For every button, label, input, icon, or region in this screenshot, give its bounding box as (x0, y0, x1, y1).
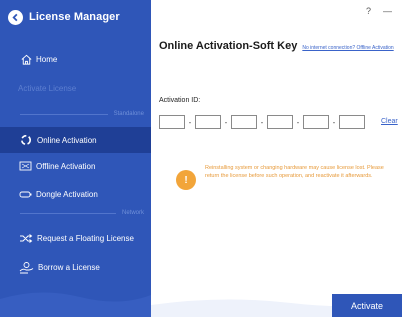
sidebar-item-label: Borrow a License (38, 262, 100, 272)
sidebar-item-borrow-license[interactable]: Borrow a License (0, 255, 151, 279)
activation-id-field-5[interactable] (303, 115, 329, 129)
activation-id-field-2[interactable] (195, 115, 221, 129)
sidebar-item-dongle-activation[interactable]: Dongle Activation (0, 182, 151, 206)
app-title: License Manager (29, 11, 120, 23)
sidebar-wave-decoration (0, 292, 151, 317)
activation-id-field-6[interactable] (339, 115, 365, 129)
sidebar: License Manager Home Activate License St… (0, 0, 151, 317)
page-title: Online Activation-Soft Key (159, 40, 298, 52)
home-icon (21, 54, 32, 65)
sidebar-item-label: Online Activation (37, 135, 97, 145)
borrow-icon (19, 261, 34, 273)
activation-id-field-1[interactable] (159, 115, 185, 129)
sidebar-item-label: Dongle Activation (36, 189, 98, 199)
window-controls: ? — (366, 6, 392, 16)
warning-icon: ! (176, 170, 196, 190)
cloud-icon (21, 135, 31, 145)
activation-id-fields: - - - - - (159, 115, 365, 129)
standalone-divider: Standalone (20, 111, 144, 117)
dongle-icon (19, 191, 32, 197)
sidebar-item-online-activation[interactable]: Online Activation (0, 127, 151, 153)
activate-button[interactable]: Activate (332, 294, 402, 317)
titlebar: License Manager (0, 0, 151, 34)
sidebar-item-request-floating-license[interactable]: Request a Floating License (0, 226, 151, 250)
sidebar-item-home[interactable]: Home (0, 47, 151, 71)
sidebar-item-label: Offline Activation (36, 161, 96, 171)
sidebar-item-label: Request a Floating License (37, 233, 134, 243)
minimize-button[interactable]: — (383, 6, 392, 16)
help-button[interactable]: ? (366, 6, 371, 16)
shuffle-icon (20, 233, 33, 243)
warning-message: Reinstalling system or changing hardware… (205, 165, 384, 179)
page-heading: Online Activation-Soft Key No internet c… (159, 40, 394, 52)
back-arrow-icon[interactable] (8, 9, 23, 25)
sidebar-item-offline-activation[interactable]: Offline Activation (0, 154, 151, 178)
clear-button[interactable]: Clear (381, 118, 398, 125)
offline-activation-link[interactable]: No internet connection? Offline Activati… (302, 45, 393, 51)
main-panel: ? — Online Activation-Soft Key No intern… (151, 0, 402, 317)
activation-id-label: Activation ID: (159, 97, 201, 104)
sidebar-item-activate-license: Activate License (18, 84, 77, 93)
network-divider: Network (20, 210, 144, 216)
offline-icon (19, 161, 32, 170)
activation-id-field-3[interactable] (231, 115, 257, 129)
activation-id-field-4[interactable] (267, 115, 293, 129)
sidebar-item-label: Home (36, 54, 58, 64)
